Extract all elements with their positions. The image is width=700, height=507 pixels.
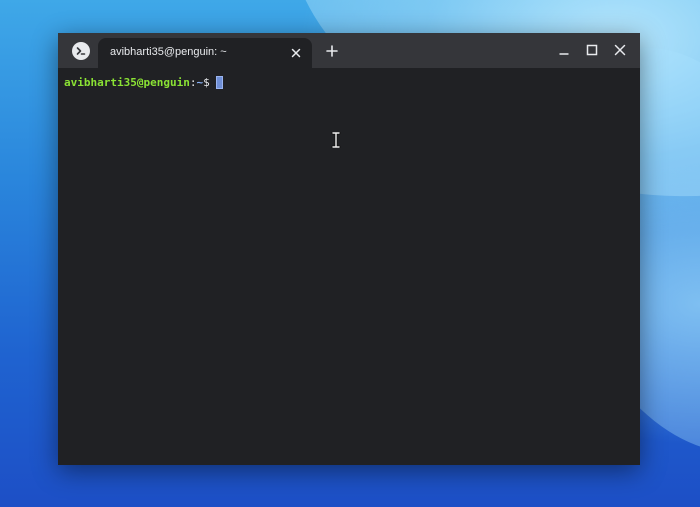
maximize-icon [586,44,598,56]
title-bar[interactable]: avibharti35@penguin: ~ [58,33,640,68]
maximize-button[interactable] [578,41,606,59]
close-icon [614,44,626,56]
ibeam-cursor-icon [331,131,341,151]
prompt-path: ~ [196,75,204,89]
minimize-icon [559,53,569,55]
prompt-symbol: $ [203,75,210,89]
window-controls [550,41,634,59]
close-icon [291,48,301,58]
new-tab-button[interactable] [324,43,340,59]
prompt-separator: : [189,75,197,89]
close-window-button[interactable] [606,41,634,59]
prompt-line: avibharti35@penguin: ~ $ [64,74,634,90]
tab-title: avibharti35@penguin: ~ [110,46,227,58]
plus-icon [326,45,338,57]
minimize-button[interactable] [550,41,578,59]
tab-terminal[interactable]: avibharti35@penguin: ~ [98,38,312,68]
text-cursor [215,75,223,89]
prompt-user-host: avibharti35@penguin [64,75,190,89]
tab-close-button[interactable] [288,45,304,61]
terminal-icon [72,42,90,60]
terminal-window: avibharti35@penguin: ~ avibharti35@pengu… [58,33,640,465]
terminal-output[interactable]: avibharti35@penguin: ~ $ [58,68,640,465]
